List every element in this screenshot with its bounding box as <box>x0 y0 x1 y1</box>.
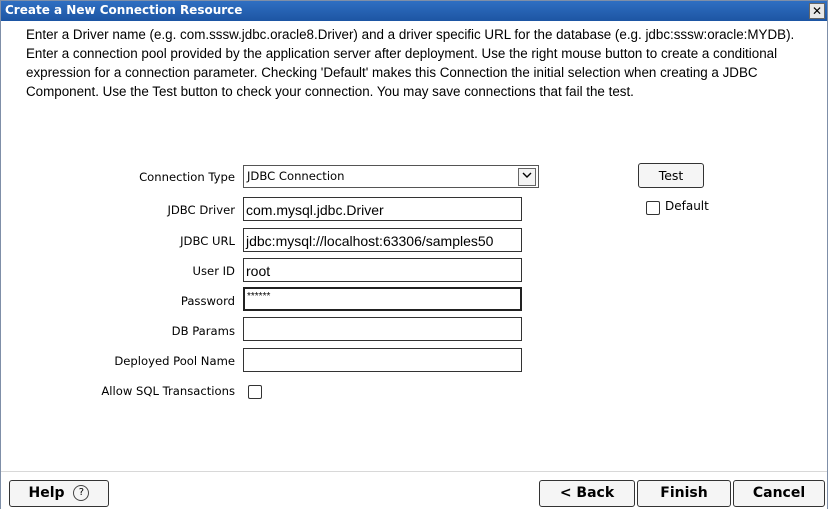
jdbc-url-label: JDBC URL <box>180 234 235 248</box>
db-params-field[interactable] <box>243 317 522 341</box>
jdbc-url-field[interactable]: jdbc:mysql://localhost:63306/samples50 <box>243 228 522 252</box>
finish-button[interactable]: Finish <box>637 480 731 507</box>
jdbc-driver-field[interactable]: com.mysql.jdbc.Driver <box>243 197 522 221</box>
allow-sql-transactions-checkbox[interactable] <box>248 385 262 399</box>
help-label: Help <box>28 485 65 501</box>
help-icon: ? <box>73 485 90 501</box>
connection-type-value: JDBC Connection <box>247 169 345 183</box>
jdbc-url-value: jdbc:mysql://localhost:63306/samples50 <box>246 233 494 249</box>
instructions-text: Enter a Driver name (e.g. com.sssw.jdbc.… <box>26 27 795 99</box>
allow-sql-transactions-label: Allow SQL Transactions <box>101 384 235 398</box>
default-checkbox[interactable] <box>646 201 660 215</box>
user-id-field[interactable]: root <box>243 258 522 282</box>
back-button[interactable]: < Back <box>539 480 635 507</box>
test-button[interactable]: Test <box>638 163 704 188</box>
chevron-down-icon[interactable] <box>518 168 536 186</box>
password-field[interactable]: ****** <box>243 287 522 311</box>
window-title: Create a New Connection Resource <box>5 3 243 17</box>
connection-type-label: Connection Type <box>139 170 235 184</box>
deployed-pool-name-label: Deployed Pool Name <box>114 354 235 368</box>
jdbc-driver-label: JDBC Driver <box>167 203 235 217</box>
close-icon[interactable]: ✕ <box>809 3 825 19</box>
connection-type-select[interactable]: JDBC Connection <box>243 165 539 188</box>
title-bar[interactable]: Create a New Connection Resource ✕ <box>1 1 827 21</box>
help-button[interactable]: Help ? <box>9 480 109 507</box>
db-params-label: DB Params <box>171 324 235 338</box>
connection-dialog: Create a New Connection Resource ✕ Enter… <box>0 0 828 509</box>
deployed-pool-name-field[interactable] <box>243 348 522 372</box>
default-label: Default <box>665 199 709 213</box>
user-id-label: User ID <box>192 264 235 278</box>
cancel-button[interactable]: Cancel <box>733 480 825 507</box>
password-label: Password <box>180 294 235 308</box>
